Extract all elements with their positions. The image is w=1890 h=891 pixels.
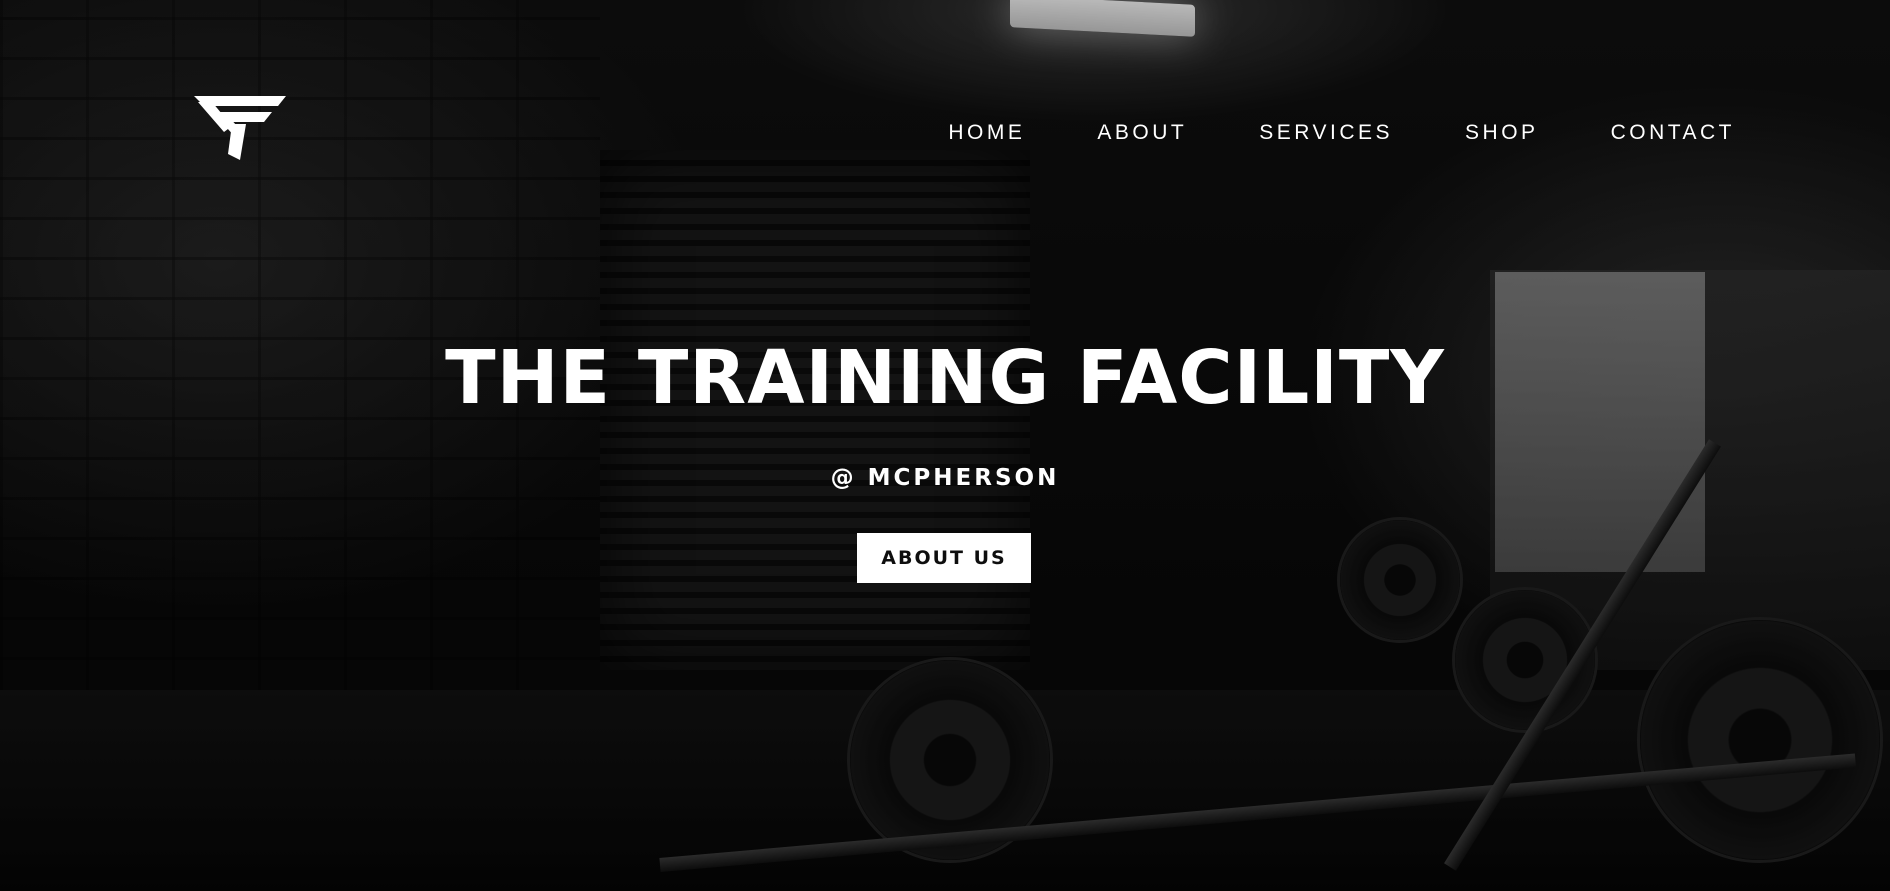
nav-services[interactable]: SERVICES (1259, 119, 1393, 147)
nav-home[interactable]: HOME (948, 119, 1025, 147)
nav-shop[interactable]: SHOP (1465, 119, 1539, 147)
hero-subtitle: @ MCPHERSON (830, 465, 1060, 491)
about-us-button[interactable]: ABOUT US (857, 533, 1031, 583)
tf-monogram-logo[interactable] (188, 92, 286, 162)
logo-icon (194, 96, 286, 160)
nav-about[interactable]: ABOUT (1097, 119, 1187, 147)
hero-title: THE TRAINING FACILITY (445, 335, 1445, 421)
main-navigation: HOME ABOUT SERVICES SHOP CONTACT (876, 119, 1735, 147)
hero-section: HOME ABOUT SERVICES SHOP CONTACT THE TRA… (0, 0, 1890, 891)
nav-contact[interactable]: CONTACT (1611, 119, 1735, 147)
